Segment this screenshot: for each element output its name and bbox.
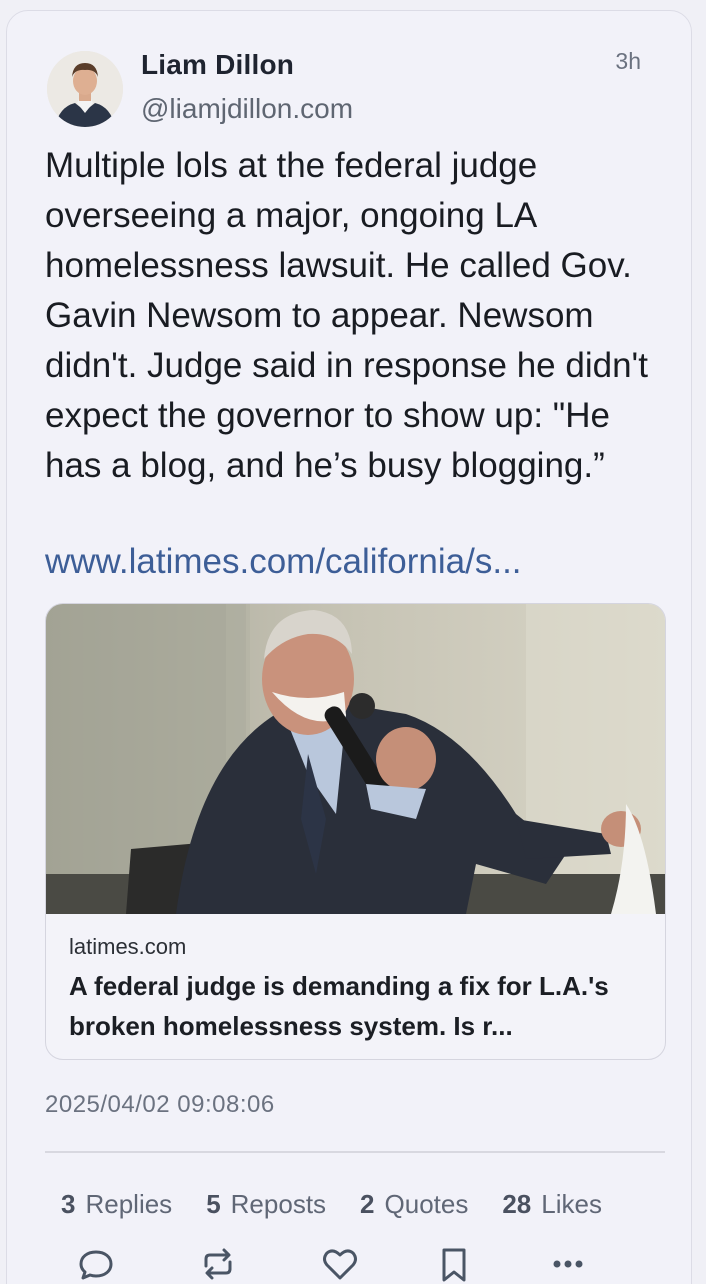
stat-quotes-label: Quotes — [384, 1189, 469, 1219]
repost-icon[interactable] — [198, 1244, 238, 1284]
like-icon[interactable] — [320, 1244, 360, 1284]
stat-replies-label: Replies — [85, 1189, 173, 1219]
action-bar — [0, 1244, 706, 1284]
stat-reposts-label: Reposts — [230, 1189, 327, 1219]
stat-likes-count: 28 — [502, 1189, 532, 1219]
post-link[interactable]: www.latimes.com/california/s... — [45, 541, 665, 583]
reply-icon[interactable] — [76, 1244, 116, 1284]
link-card-title: A federal judge is demanding a fix for L… — [69, 971, 609, 1041]
avatar[interactable] — [47, 51, 123, 127]
stat-reposts-count: 5 — [206, 1189, 221, 1219]
link-card-image — [46, 604, 665, 914]
page: Liam Dillon @liamjdillon.com 3h Multiple… — [0, 0, 706, 1284]
divider — [45, 1151, 665, 1153]
engagement-stats: 3 Replies 5 Reposts 2 Quotes 28 Likes — [61, 1189, 602, 1220]
link-card-domain: latimes.com — [69, 934, 187, 959]
post-text: Multiple lols at the federal judge overs… — [45, 146, 648, 485]
more-icon[interactable] — [548, 1244, 588, 1284]
post-card[interactable]: Liam Dillon @liamjdillon.com 3h Multiple… — [6, 10, 692, 1284]
stat-quotes[interactable]: 2 Quotes — [360, 1189, 468, 1220]
stat-reposts[interactable]: 5 Reposts — [206, 1189, 326, 1220]
author-handle[interactable]: @liamjdillon.com — [141, 93, 353, 125]
stat-likes[interactable]: 28 Likes — [502, 1189, 602, 1220]
post-datetime: 2025/04/02 09:08:06 — [45, 1091, 275, 1118]
relative-time[interactable]: 3h — [615, 48, 641, 75]
author-name[interactable]: Liam Dillon — [141, 49, 294, 81]
stat-replies-count: 3 — [61, 1189, 76, 1219]
bookmark-icon[interactable] — [434, 1244, 474, 1284]
stat-replies[interactable]: 3 Replies — [61, 1189, 172, 1220]
stat-likes-label: Likes — [541, 1189, 602, 1219]
stat-quotes-count: 2 — [360, 1189, 375, 1219]
link-card[interactable]: latimes.com A federal judge is demanding… — [45, 603, 666, 1060]
avatar-image — [47, 51, 123, 127]
